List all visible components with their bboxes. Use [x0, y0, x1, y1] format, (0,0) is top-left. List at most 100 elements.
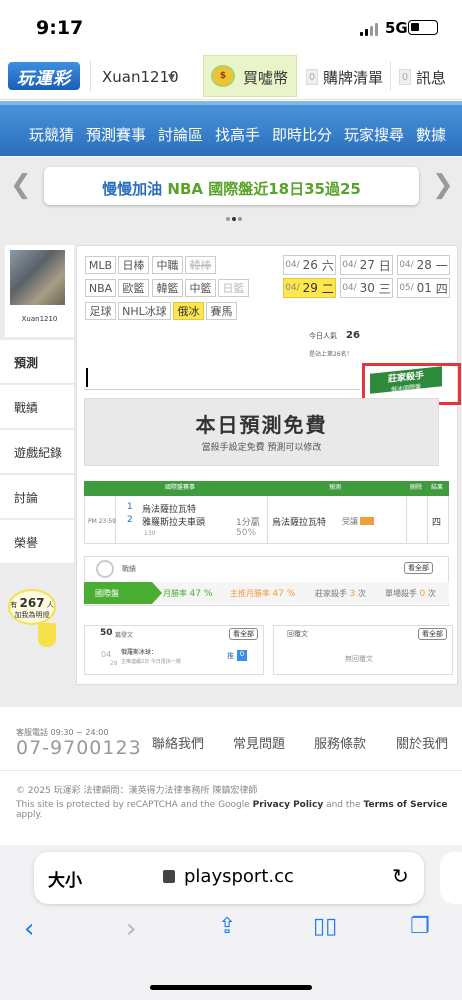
- banner-highlight: NBA 國際盤近18日35過25: [167, 180, 361, 198]
- date-tab[interactable]: 04/26 六: [283, 255, 336, 275]
- coin-icon: $: [211, 65, 235, 87]
- nav-item-live-score[interactable]: 即時比分: [272, 124, 332, 145]
- date-day: 28: [416, 258, 432, 272]
- date-tab[interactable]: 05/01 四: [397, 278, 450, 298]
- stats-tab-label: 國際盤: [95, 589, 119, 598]
- prediction-table-header: [84, 481, 449, 496]
- chevron-down-icon[interactable]: ▼: [168, 73, 175, 83]
- killer-value: 3: [349, 589, 356, 599]
- nav-item-guess[interactable]: 玩競猜: [29, 124, 74, 145]
- posts-see-all-button[interactable]: 看全部: [229, 628, 258, 640]
- sidebar-item-predict[interactable]: 預測: [0, 340, 74, 384]
- date-md: 04/: [342, 283, 357, 293]
- footer-link-contact[interactable]: 聯絡我們: [152, 733, 204, 752]
- game-time: PM 23:59: [88, 518, 116, 525]
- sidebar-item-record[interactable]: 戰績: [0, 385, 74, 429]
- buy-coin-label[interactable]: 買噓幣: [243, 67, 288, 88]
- nav-item-forum[interactable]: 討論區: [158, 124, 203, 145]
- forward-icon[interactable]: ›: [126, 914, 136, 944]
- killer-label: 莊家殺手: [315, 589, 347, 598]
- league-tag-cpbl[interactable]: 中職: [152, 256, 183, 274]
- month-winrate: 月勝率 47 %: [163, 588, 212, 599]
- sidebar-item-discussion[interactable]: 討論: [0, 475, 74, 519]
- game-code: 130: [144, 530, 156, 537]
- stats-see-all-button[interactable]: 看全部: [404, 562, 433, 574]
- footer-link-about[interactable]: 關於我們: [396, 733, 448, 752]
- nav-item-player-search[interactable]: 玩家搜尋: [344, 124, 404, 145]
- league-tag-horse[interactable]: 賽馬: [206, 302, 237, 320]
- avatar[interactable]: [10, 250, 65, 305]
- date-tab-selected[interactable]: 04/29 二: [283, 278, 336, 298]
- handicap-line: 1分贏: [236, 518, 260, 528]
- copyright: © 2025 玩運彩 法律顧問：漢英得力法律事務所 陳鎮宏律師: [16, 786, 258, 796]
- phone-number[interactable]: 07-9700123: [16, 737, 142, 759]
- messages-link[interactable]: 訊息: [416, 67, 446, 88]
- home-indicator: [150, 985, 312, 990]
- lock-icon: [163, 870, 175, 883]
- team-name: 雅羅斯拉夫車頭: [142, 518, 206, 528]
- league-tag-kr-bb[interactable]: 韓籃: [152, 279, 183, 297]
- sidebar-item-honor[interactable]: 榮譽: [0, 520, 74, 564]
- chevron-left-icon[interactable]: ❮: [10, 170, 32, 200]
- month-label: 月勝率: [163, 589, 187, 598]
- date-day: 01: [416, 281, 432, 295]
- date-tab[interactable]: 04/27 日: [340, 255, 393, 275]
- nav-item-experts[interactable]: 找高手: [215, 124, 260, 145]
- banner-text[interactable]: 慢慢加油 NBA 國際盤近18日35過25: [44, 178, 419, 199]
- team-name: 烏法薩拉瓦特: [142, 505, 197, 515]
- sidebar-item-game-log[interactable]: 遊戲紀錄: [0, 430, 74, 474]
- main-month-label: 主推月勝率: [230, 589, 270, 598]
- recaptcha-and: and the: [323, 800, 364, 810]
- post-title[interactable]: 俄羅斯冰球：: [121, 647, 157, 656]
- follow-ad[interactable]: 有 267 人加我為明燈: [8, 589, 56, 625]
- divider: [90, 61, 91, 91]
- replies-see-all-button[interactable]: 看全部: [418, 628, 447, 640]
- prediction-input[interactable]: [84, 366, 360, 390]
- bulb-icon: [38, 623, 56, 647]
- date-tab[interactable]: 04/30 三: [340, 278, 393, 298]
- date-md: 04/: [342, 260, 357, 270]
- carousel-dots: [225, 210, 243, 224]
- single-unit: 次: [427, 589, 436, 598]
- reload-icon[interactable]: ↻: [392, 864, 409, 888]
- date-tab[interactable]: 04/28 一: [397, 255, 450, 275]
- nav-item-predict[interactable]: 預測賽事: [86, 124, 146, 145]
- free-title: 本日預測免費: [195, 413, 328, 437]
- privacy-link[interactable]: Privacy Policy: [253, 800, 324, 810]
- site-logo[interactable]: 玩運彩: [8, 62, 80, 90]
- tabs-icon[interactable]: ❐: [410, 914, 430, 939]
- terms-link[interactable]: Terms of Service: [364, 800, 448, 810]
- cart-link[interactable]: 購牌清單: [323, 67, 383, 88]
- popularity-rank: 是站上第26名！: [309, 351, 353, 358]
- league-tag-mlb[interactable]: MLB: [85, 256, 116, 274]
- chevron-right-icon[interactable]: ❯: [432, 170, 454, 200]
- divider: [427, 496, 428, 544]
- th-delete: 刪除: [410, 484, 423, 491]
- network-label: 5G: [385, 19, 408, 37]
- share-icon[interactable]: ⇪: [218, 914, 236, 939]
- league-tag-soccer[interactable]: 足球: [85, 302, 116, 320]
- footer-link-terms[interactable]: 服務條款: [314, 733, 366, 752]
- single-label: 單場殺手: [385, 589, 417, 598]
- nav-item-data[interactable]: 數據: [416, 124, 446, 145]
- league-tag-nba[interactable]: NBA: [85, 279, 116, 297]
- league-tag-nhl[interactable]: NHL冰球: [118, 302, 171, 320]
- bookmarks-icon[interactable]: ▯▯: [313, 914, 337, 939]
- post-count: 50: [100, 628, 113, 638]
- date-md: 04/: [285, 260, 300, 270]
- league-tag-jp-bb: 日籃: [218, 279, 249, 297]
- league-tag-cn-bb[interactable]: 中籃: [185, 279, 216, 297]
- follower-count: 267: [19, 596, 45, 610]
- next-tab-bar[interactable]: [440, 852, 462, 904]
- url-text[interactable]: playsport.cc: [184, 866, 294, 887]
- footer-link-faq[interactable]: 常見問題: [233, 733, 285, 752]
- follow-prefix: 有: [10, 601, 18, 609]
- text-cursor: [86, 368, 88, 387]
- league-tag-khl[interactable]: 俄冰: [173, 302, 204, 320]
- league-tag-euro-bb[interactable]: 歐籃: [118, 279, 149, 297]
- league-tag-npb[interactable]: 日棒: [118, 256, 149, 274]
- handicap-pct: 50%: [236, 528, 257, 538]
- text-size-button[interactable]: 大小: [48, 866, 82, 891]
- main-month-value: 47 %: [272, 589, 296, 599]
- back-icon[interactable]: ‹: [24, 914, 34, 944]
